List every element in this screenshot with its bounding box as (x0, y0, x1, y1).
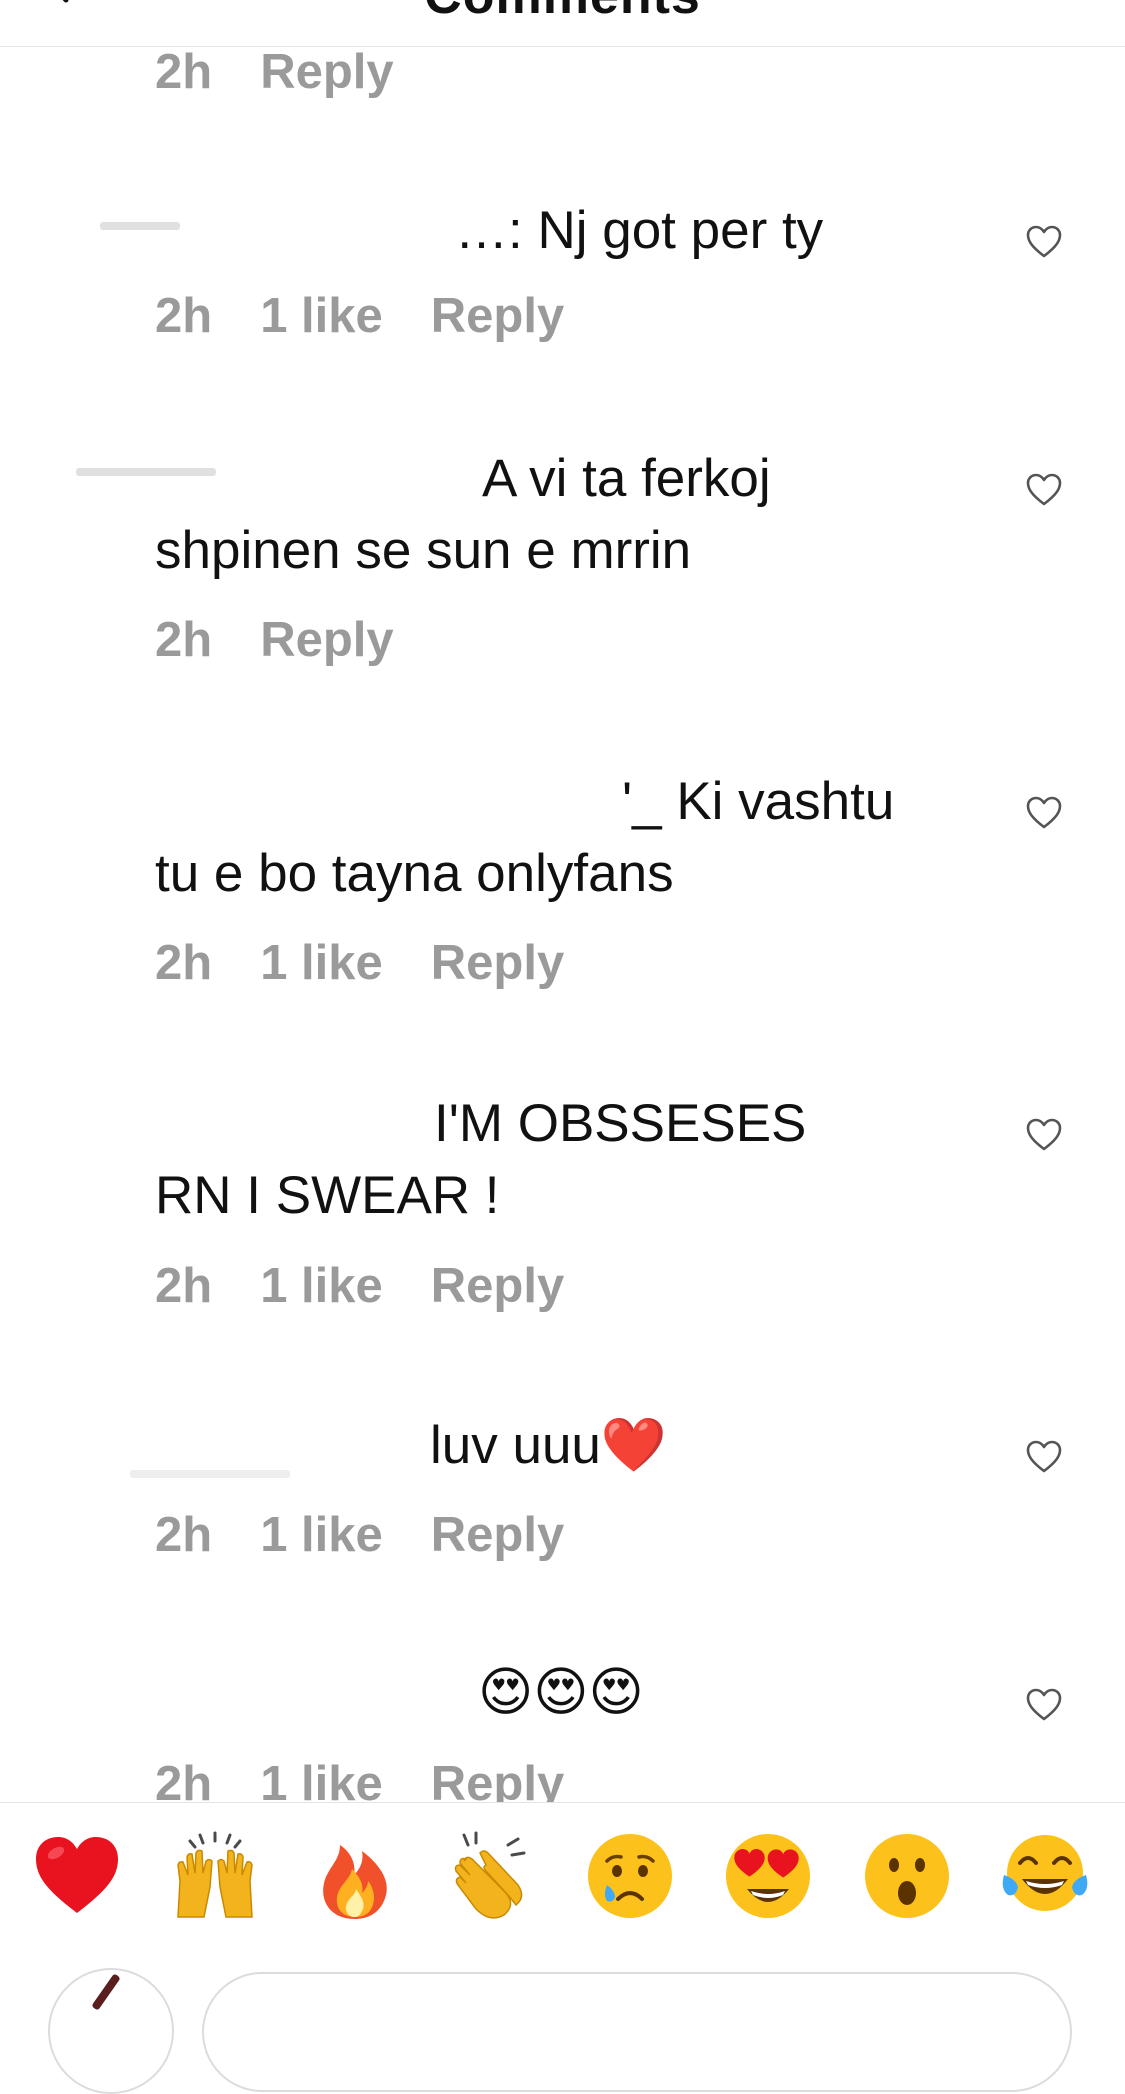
comment-time: 2h (155, 1508, 213, 1562)
comment-meta: 2h 1 like Reply (155, 288, 564, 344)
comment-meta: 2h 1 like Reply (155, 1507, 564, 1563)
comment-meta: 2h Reply (155, 612, 394, 668)
send-icon[interactable] (1035, 0, 1075, 4)
raising-hands-emoji-icon[interactable] (170, 1831, 260, 1921)
likes-count[interactable]: 1 like (260, 288, 383, 344)
comment-text: 😍😍😍 (478, 1663, 644, 1722)
surprised-face-emoji-icon[interactable] (862, 1831, 952, 1921)
red-heart-emoji-icon[interactable] (32, 1831, 122, 1921)
heart-eyes-emoji-icon[interactable] (723, 1831, 813, 1921)
comment-time: 2h (155, 936, 213, 990)
comment-input[interactable] (202, 1972, 1072, 2092)
reply-button[interactable]: Reply (431, 1258, 564, 1314)
likes-count[interactable]: 1 like (260, 935, 383, 991)
comment-text: luv uuu❤️ (430, 1416, 667, 1475)
user-avatar (48, 1968, 174, 2094)
tears-of-joy-emoji-icon[interactable] (1000, 1831, 1090, 1921)
clapping-hands-emoji-icon[interactable] (446, 1831, 536, 1921)
like-heart-icon[interactable] (1026, 225, 1062, 259)
redacted-username (100, 222, 180, 230)
crying-face-emoji-icon[interactable] (585, 1831, 675, 1921)
comment-text: A vi ta ferkoj (482, 449, 771, 508)
redacted-username (130, 1470, 290, 1478)
comment-time: 2h (155, 289, 213, 343)
reply-button[interactable]: Reply (260, 612, 393, 668)
comment-text-continued: tu e bo tayna onlyfans (155, 844, 674, 903)
likes-count[interactable]: 1 like (260, 1258, 383, 1314)
comment-text-continued: shpinen se sun e mrrin (155, 521, 692, 580)
comment-meta-previous: 2h Reply (155, 44, 394, 100)
page-title: Comments (0, 0, 1125, 26)
comment-text: '_ Ki vashtu (622, 772, 895, 831)
comment-text-continued: RN I SWEAR ! (155, 1166, 500, 1225)
comments-header: Comments (0, 0, 1125, 47)
like-heart-icon[interactable] (1026, 473, 1062, 507)
comment-time: 2h (155, 45, 213, 99)
comment-time: 2h (155, 613, 213, 667)
like-heart-icon[interactable] (1026, 1440, 1062, 1474)
like-heart-icon[interactable] (1026, 796, 1062, 830)
like-heart-icon[interactable] (1026, 1688, 1062, 1722)
reply-button[interactable]: Reply (431, 935, 564, 991)
comment-text: …: Nj got per ty (455, 201, 824, 260)
reply-button[interactable]: Reply (260, 44, 393, 100)
fire-emoji-icon[interactable] (310, 1831, 400, 1921)
comment-time: 2h (155, 1259, 213, 1313)
likes-count[interactable]: 1 like (260, 1507, 383, 1563)
like-heart-icon[interactable] (1026, 1118, 1062, 1152)
comment-text: I'M OBSSESES (434, 1094, 807, 1153)
redacted-username (76, 468, 216, 476)
emoji-reaction-bar (0, 1802, 1125, 1963)
comment-meta: 2h 1 like Reply (155, 935, 564, 991)
reply-button[interactable]: Reply (431, 288, 564, 344)
comment-meta: 2h 1 like Reply (155, 1258, 564, 1314)
reply-button[interactable]: Reply (431, 1507, 564, 1563)
